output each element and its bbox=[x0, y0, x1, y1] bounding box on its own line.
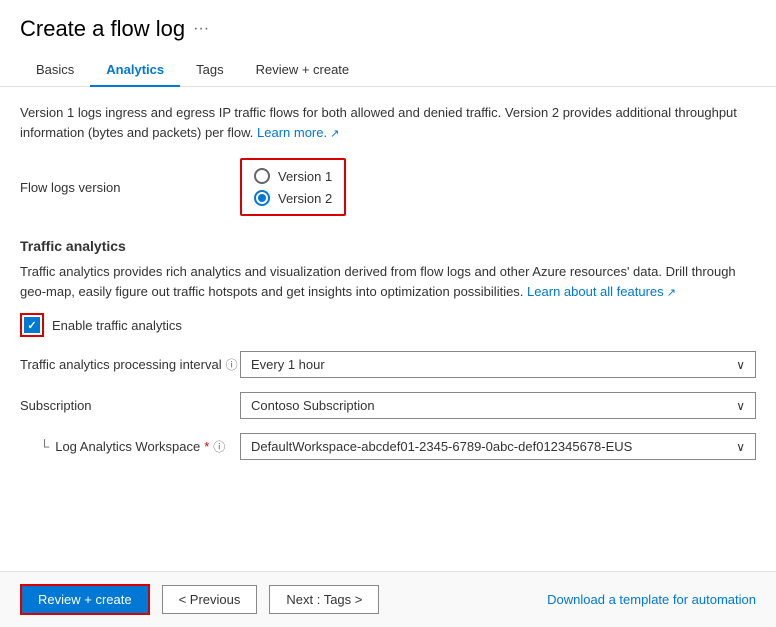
subscription-value: Contoso Subscription bbox=[251, 398, 736, 413]
log-workspace-label-container: └ Log Analytics Workspace * ⓘ bbox=[20, 438, 240, 455]
processing-interval-control: Every 1 hour ∨ bbox=[240, 351, 756, 378]
log-workspace-label: Log Analytics Workspace bbox=[55, 439, 200, 454]
page-header: Create a flow log ··· Basics Analytics T… bbox=[0, 0, 776, 87]
traffic-analytics-title: Traffic analytics bbox=[20, 238, 756, 254]
processing-interval-select[interactable]: Every 1 hour ∨ bbox=[240, 351, 756, 378]
version1-label: Version 1 bbox=[278, 169, 332, 184]
learn-more-link[interactable]: Learn more. bbox=[257, 125, 339, 140]
log-workspace-select[interactable]: DefaultWorkspace-abcdef01-2345-6789-0abc… bbox=[240, 433, 756, 460]
subscription-select[interactable]: Contoso Subscription ∨ bbox=[240, 392, 756, 419]
tab-basics[interactable]: Basics bbox=[20, 54, 90, 87]
processing-interval-info-icon: ⓘ bbox=[226, 356, 238, 373]
tab-analytics[interactable]: Analytics bbox=[90, 54, 180, 87]
flow-logs-version-row: Flow logs version Version 1 Version 2 bbox=[20, 158, 756, 216]
subscription-row: Subscription Contoso Subscription ∨ bbox=[20, 392, 756, 419]
page-title: Create a flow log bbox=[20, 16, 185, 42]
version1-option[interactable]: Version 1 bbox=[254, 168, 332, 184]
log-workspace-control: DefaultWorkspace-abcdef01-2345-6789-0abc… bbox=[240, 433, 756, 460]
previous-button[interactable]: < Previous bbox=[162, 585, 258, 614]
enable-traffic-analytics-label: Enable traffic analytics bbox=[52, 318, 182, 333]
version2-label: Version 2 bbox=[278, 191, 332, 206]
log-workspace-row: └ Log Analytics Workspace * ⓘ DefaultWor… bbox=[20, 433, 756, 460]
log-workspace-required-indicator: * bbox=[204, 439, 209, 454]
enable-traffic-analytics-row: Enable traffic analytics bbox=[20, 313, 756, 337]
tab-review-create[interactable]: Review + create bbox=[240, 54, 366, 87]
flow-logs-version-control: Version 1 Version 2 bbox=[240, 158, 756, 216]
subscription-chevron-icon: ∨ bbox=[736, 399, 745, 413]
processing-interval-chevron-icon: ∨ bbox=[736, 358, 745, 372]
log-workspace-chevron-icon: ∨ bbox=[736, 440, 745, 454]
processing-interval-label: Traffic analytics processing interval ⓘ bbox=[20, 356, 240, 373]
log-workspace-value: DefaultWorkspace-abcdef01-2345-6789-0abc… bbox=[251, 439, 736, 454]
footer-bar: Review + create < Previous Next : Tags >… bbox=[0, 571, 776, 627]
version2-option[interactable]: Version 2 bbox=[254, 190, 332, 206]
log-workspace-info-icon: ⓘ bbox=[213, 438, 225, 455]
processing-interval-value: Every 1 hour bbox=[251, 357, 736, 372]
processing-interval-row: Traffic analytics processing interval ⓘ … bbox=[20, 351, 756, 378]
version-info-static: Version 1 logs ingress and egress IP tra… bbox=[20, 105, 737, 140]
flow-logs-version-label: Flow logs version bbox=[20, 180, 240, 195]
version-radio-group: Version 1 Version 2 bbox=[240, 158, 346, 216]
ellipsis-menu-icon[interactable]: ··· bbox=[193, 20, 209, 38]
subscription-label: Subscription bbox=[20, 398, 240, 413]
subscription-control: Contoso Subscription ∨ bbox=[240, 392, 756, 419]
version-info-text: Version 1 logs ingress and egress IP tra… bbox=[20, 103, 756, 142]
main-content: Version 1 logs ingress and egress IP tra… bbox=[0, 87, 776, 571]
review-create-button[interactable]: Review + create bbox=[20, 584, 150, 615]
next-tags-button[interactable]: Next : Tags > bbox=[269, 585, 379, 614]
version1-radio[interactable] bbox=[254, 168, 270, 184]
enable-traffic-analytics-checkbox[interactable] bbox=[24, 317, 40, 333]
download-template-link[interactable]: Download a template for automation bbox=[547, 592, 756, 607]
learn-about-features-link[interactable]: Learn about all features bbox=[527, 284, 676, 299]
enable-checkbox-container bbox=[20, 313, 44, 337]
tab-tags[interactable]: Tags bbox=[180, 54, 239, 87]
traffic-analytics-description: Traffic analytics provides rich analytic… bbox=[20, 262, 756, 301]
version2-radio[interactable] bbox=[254, 190, 270, 206]
tab-bar: Basics Analytics Tags Review + create bbox=[20, 54, 756, 86]
